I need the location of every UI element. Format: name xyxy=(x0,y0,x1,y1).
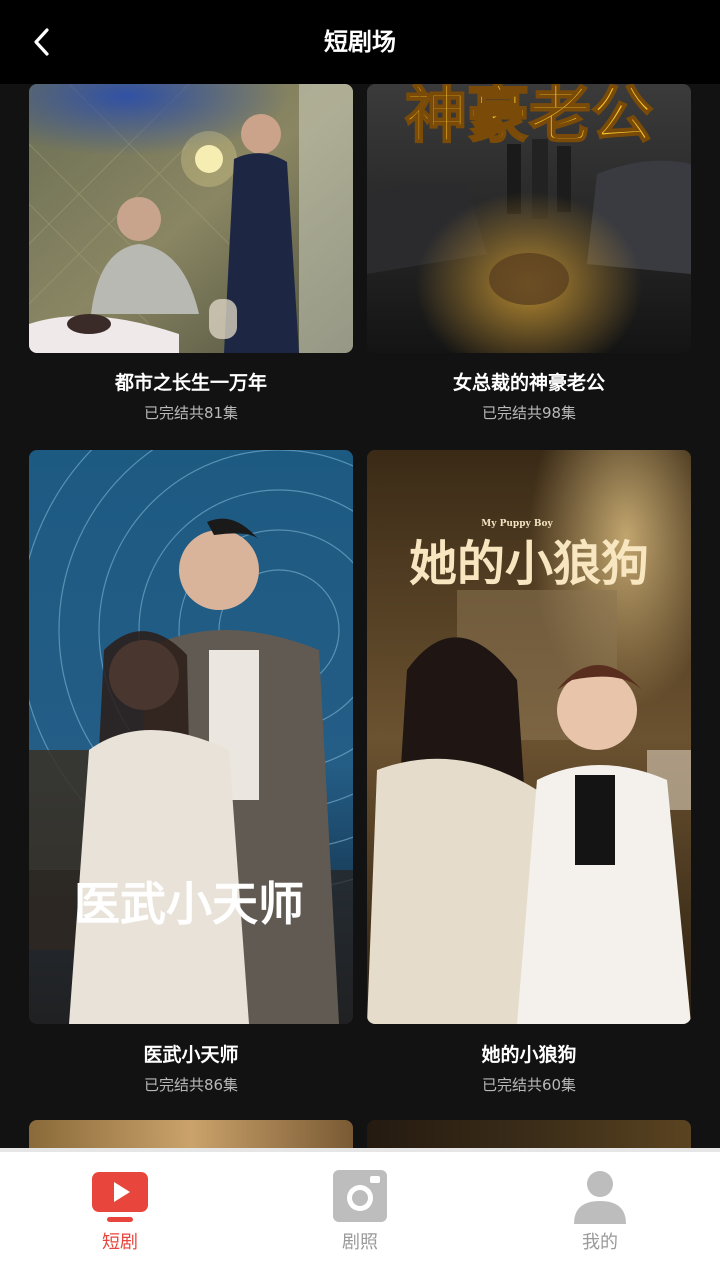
drama-card[interactable]: My Puppy Boy 她的小狼狗 她的小狼狗 已完结共60集 xyxy=(367,450,691,1100)
tab-label: 短剧 xyxy=(102,1232,138,1253)
drama-poster[interactable] xyxy=(29,1120,353,1148)
user-profile-icon xyxy=(574,1171,626,1224)
top-app-bar: 短剧场 xyxy=(0,0,720,84)
page-title: 短剧场 xyxy=(324,28,396,56)
tab-stills[interactable]: 剧照 xyxy=(240,1152,480,1280)
drama-grid: 都市之长生一万年 已完结共81集 神豪老公 女总裁的神豪老公 已完结共98集 医… xyxy=(0,84,720,1148)
drama-poster[interactable] xyxy=(29,84,353,353)
tab-profile[interactable]: 我的 xyxy=(480,1152,720,1280)
drama-episode-status: 已完结共98集 xyxy=(481,404,577,422)
drama-card[interactable]: 都市之长生一万年 已完结共81集 xyxy=(29,84,353,424)
drama-card[interactable] xyxy=(29,1120,353,1148)
drama-episode-status: 已完结共60集 xyxy=(481,1076,577,1094)
poster-subtitle-art: My Puppy Boy xyxy=(481,519,553,529)
drama-card[interactable] xyxy=(367,1120,691,1148)
drama-card[interactable]: 神豪老公 女总裁的神豪老公 已完结共98集 xyxy=(367,84,691,424)
camera-photo-icon xyxy=(333,1170,387,1222)
drama-poster[interactable]: 神豪老公 xyxy=(367,84,691,353)
drama-title: 都市之长生一万年 xyxy=(114,372,267,394)
tab-label: 我的 xyxy=(582,1232,618,1253)
poster-title-art: 她的小狼狗 xyxy=(409,536,649,592)
play-video-icon xyxy=(92,1172,148,1222)
drama-episode-status: 已完结共86集 xyxy=(143,1076,239,1094)
tab-short-drama[interactable]: 短剧 xyxy=(0,1152,240,1280)
drama-title: 医武小天师 xyxy=(143,1044,239,1066)
drama-poster[interactable]: 医武小天师 xyxy=(29,450,353,1024)
poster-title-art: 神豪老公 xyxy=(405,84,653,151)
drama-title: 她的小狼狗 xyxy=(481,1044,577,1066)
poster-title-art: 医武小天师 xyxy=(74,877,304,931)
drama-episode-status: 已完结共81集 xyxy=(143,404,239,422)
drama-card[interactable]: 医武小天师 医武小天师 已完结共86集 xyxy=(29,450,353,1100)
drama-poster[interactable] xyxy=(367,1120,691,1148)
drama-title: 女总裁的神豪老公 xyxy=(452,372,605,394)
bottom-tab-bar: 短剧 剧照 我的 xyxy=(0,1148,720,1280)
drama-poster[interactable]: My Puppy Boy 她的小狼狗 xyxy=(367,450,691,1024)
tab-label: 剧照 xyxy=(342,1232,378,1253)
